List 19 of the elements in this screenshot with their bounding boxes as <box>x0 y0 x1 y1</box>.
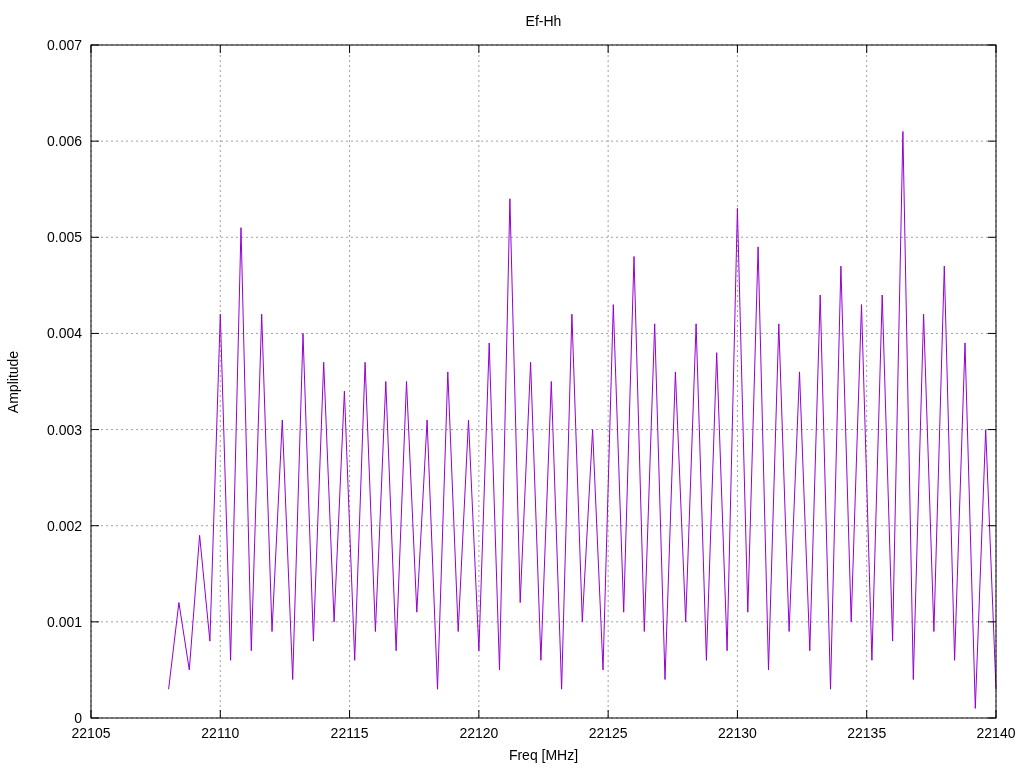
x-tick-label: 22125 <box>588 725 628 741</box>
x-axis-label: Freq [MHz] <box>508 747 579 763</box>
y-axis-label: Amplitude <box>5 350 21 414</box>
x-tick-label: 22135 <box>847 725 887 741</box>
y-tick-label: 0.005 <box>46 229 82 246</box>
y-tick-label: 0.002 <box>46 517 82 534</box>
y-tick-label: 0.001 <box>46 613 82 630</box>
y-tick-label: 0 <box>74 710 82 726</box>
y-tick-label: 0.007 <box>46 37 82 53</box>
y-tick-label: 0.004 <box>46 325 82 342</box>
x-tick-label: 22140 <box>976 725 1016 741</box>
x-tick-label: 22115 <box>330 725 369 741</box>
x-tick-label: 22120 <box>459 725 499 741</box>
x-tick-label: 22130 <box>717 725 757 741</box>
chart-title: Ef-Hh <box>525 13 562 29</box>
x-tick-label: 22110 <box>201 725 240 741</box>
x-tick-label: 22105 <box>71 725 111 741</box>
y-tick-label: 0.003 <box>46 421 82 438</box>
y-tick-label: 0.006 <box>46 133 82 150</box>
